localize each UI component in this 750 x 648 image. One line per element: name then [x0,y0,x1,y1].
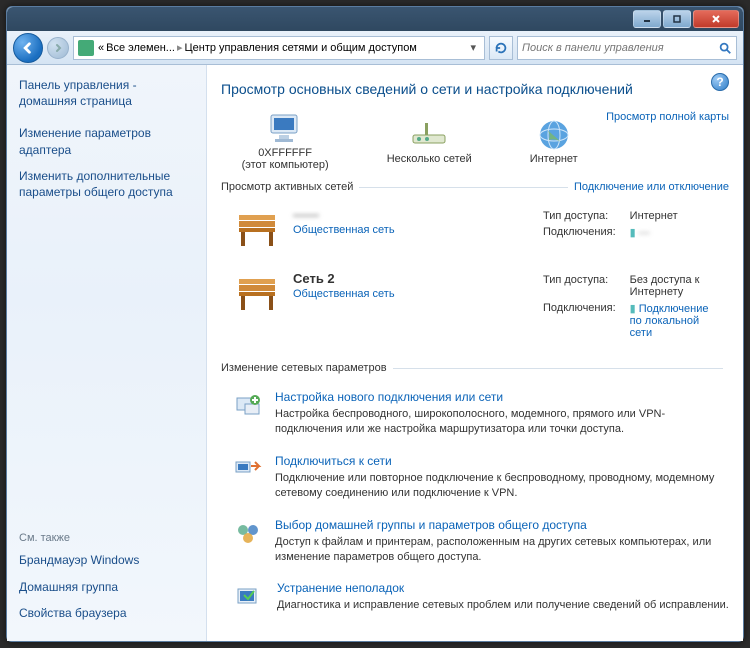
connection-icon: ▮ [630,303,636,315]
settings-title-link[interactable]: Подключиться к сети [275,454,729,468]
network-entry: —— Общественная сеть Тип доступа: Интерн… [221,201,729,265]
body: Панель управления - домашняя страница Из… [7,65,743,641]
sidebar-link-advanced-sharing[interactable]: Изменить дополнительные параметры общего… [19,168,196,200]
page-title: Просмотр основных сведений о сети и наст… [221,81,729,97]
titlebar [7,7,743,31]
active-networks-label: Просмотр активных сетей [221,181,353,193]
settings-item-connect-network: Подключиться к сети Подключение или повт… [221,446,729,510]
breadcrumb-chevrons: « [98,42,104,54]
computer-icon [221,111,349,147]
connections-label: Подключения: [537,225,622,240]
map-this-pc: 0XFFFFFF (этот компьютер) [221,111,349,171]
settings-title-link[interactable]: Выбор домашней группы и параметров общег… [275,518,729,532]
settings-desc: Настройка беспроводного, широкополосного… [275,407,729,438]
network-map: 0XFFFFFF (этот компьютер) Несколько сете… [221,111,729,171]
homegroup-icon [233,518,263,550]
control-panel-window: « Все элемен... ▸ Центр управления сетям… [6,6,744,642]
map-pc-name: 0XFFFFFF [221,147,349,159]
sidebar-link-firewall[interactable]: Брандмауэр Windows [19,552,196,568]
settings-desc: Подключение или повторное подключение к … [275,471,729,502]
bench-icon [233,207,281,255]
control-panel-icon [78,40,94,56]
connection-name[interactable]: — [639,227,650,239]
connections-label: Подключения: [537,301,622,340]
settings-desc: Диагностика и исправление сетевых пробле… [277,598,729,613]
sidebar-link-browser-properties[interactable]: Свойства браузера [19,605,196,621]
breadcrumb-dropdown-icon[interactable]: ▾ [466,41,480,54]
nav-back-button[interactable] [13,33,43,63]
settings-title-link[interactable]: Устранение неполадок [277,581,729,595]
access-type-value: Без доступа к Интернету [624,273,727,299]
network-type-link[interactable]: Общественная сеть [293,224,395,236]
network-name: Сеть 2 [293,271,523,286]
settings-title-link[interactable]: Настройка нового подключения или сети [275,390,729,404]
search-box[interactable] [517,36,737,60]
connect-network-icon [233,454,263,486]
settings-item-new-connection: Настройка нового подключения или сети На… [221,382,729,446]
settings-item-troubleshoot: Устранение неполадок Диагностика и испра… [221,573,729,621]
active-networks-header: Просмотр активных сетей Подключение или … [221,181,729,193]
globe-icon [509,117,598,153]
breadcrumb[interactable]: « Все элемен... ▸ Центр управления сетям… [73,36,485,60]
map-pc-sub: (этот компьютер) [221,159,349,171]
view-full-map-link[interactable]: Просмотр полной карты [606,111,729,123]
search-icon[interactable] [718,41,732,55]
map-internet: Интернет [509,117,598,165]
connection-link[interactable]: Подключение по локальной сети [630,303,709,339]
network-name: —— [293,207,523,222]
sidebar-home-link[interactable]: Панель управления - домашняя страница [19,77,196,109]
network-entry: Сеть 2 Общественная сеть Тип доступа: Бе… [221,265,729,352]
access-type-label: Тип доступа: [537,209,622,223]
settings-desc: Доступ к файлам и принтерам, расположенн… [275,535,729,566]
breadcrumb-item[interactable]: Центр управления сетями и общим доступом [185,42,417,54]
troubleshoot-icon [233,581,265,613]
map-multiple-networks: Несколько сетей [365,117,493,165]
map-middle-label: Несколько сетей [365,153,493,165]
new-connection-icon [233,390,263,422]
sidebar-link-adapter-settings[interactable]: Изменение параметров адаптера [19,125,196,157]
bench-icon [233,271,281,319]
breadcrumb-item[interactable]: Все элемен... [106,42,175,54]
minimize-button[interactable] [633,10,661,28]
close-button[interactable] [693,10,739,28]
change-settings-header: Изменение сетевых параметров [221,362,729,374]
addressbar: « Все элемен... ▸ Центр управления сетям… [7,31,743,65]
networks-icon [365,117,493,153]
search-input[interactable] [522,42,714,54]
sidebar-link-homegroup[interactable]: Домашняя группа [19,579,196,595]
help-button[interactable]: ? [711,73,729,91]
see-also-heading: См. также [19,532,196,544]
connect-disconnect-link[interactable]: Подключение или отключение [574,181,729,193]
sidebar: Панель управления - домашняя страница Из… [7,65,207,641]
refresh-button[interactable] [489,36,513,60]
content-area: ? Просмотр основных сведений о сети и на… [207,65,743,641]
access-type-label: Тип доступа: [537,273,622,299]
maximize-button[interactable] [663,10,691,28]
nav-forward-button[interactable] [47,37,69,59]
change-settings-label: Изменение сетевых параметров [221,362,387,374]
network-type-link[interactable]: Общественная сеть [293,288,395,300]
access-type-value: Интернет [624,209,684,223]
settings-item-homegroup: Выбор домашней группы и параметров общег… [221,510,729,574]
chevron-right-icon: ▸ [177,41,183,54]
map-internet-label: Интернет [509,153,598,165]
connection-icon: ▮ [630,227,636,239]
